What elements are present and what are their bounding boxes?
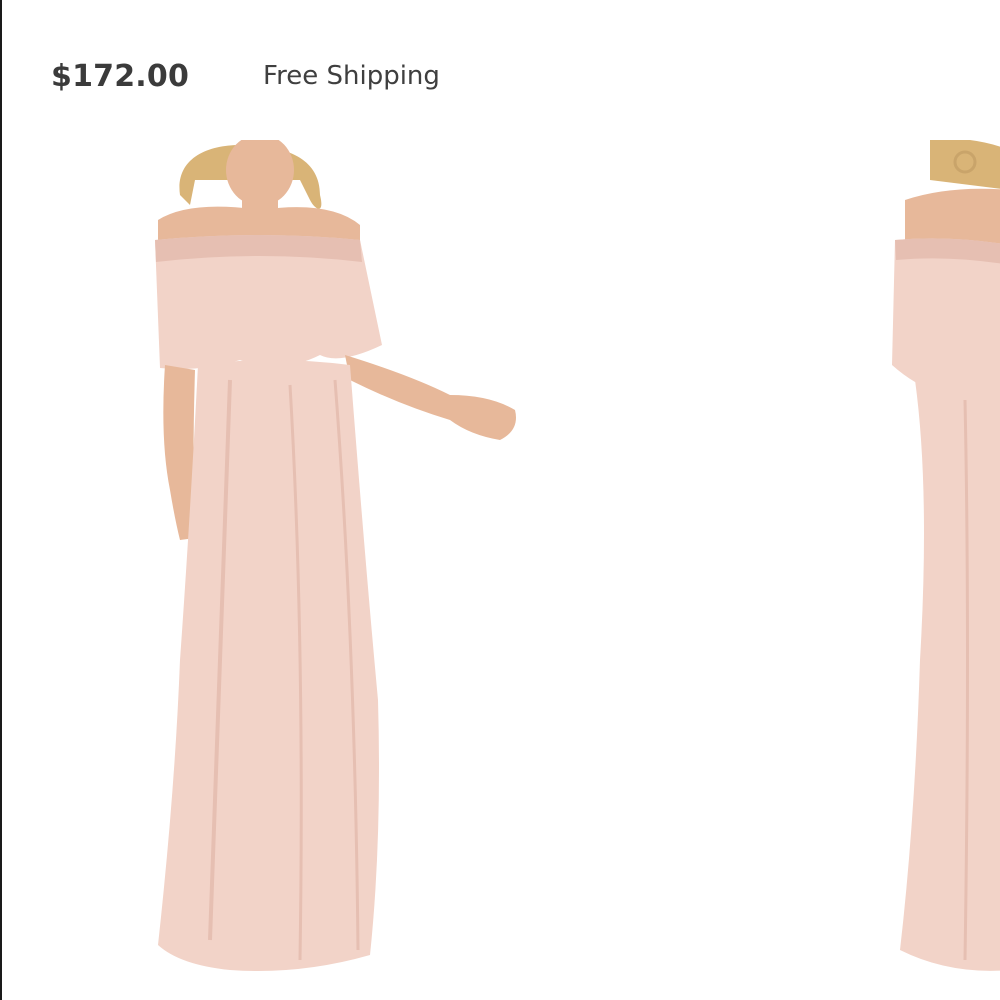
- product-image-carousel[interactable]: [0, 140, 1000, 1000]
- shipping-label[interactable]: Free Shipping: [263, 61, 440, 91]
- price-row: $172.00 Free Shipping: [51, 48, 440, 104]
- product-image-back[interactable]: [870, 140, 1000, 1000]
- dress-back-illustration: [892, 140, 1000, 971]
- dress-front-illustration: [155, 140, 516, 971]
- product-price: $172.00: [51, 58, 190, 94]
- product-image-front[interactable]: [120, 140, 540, 1000]
